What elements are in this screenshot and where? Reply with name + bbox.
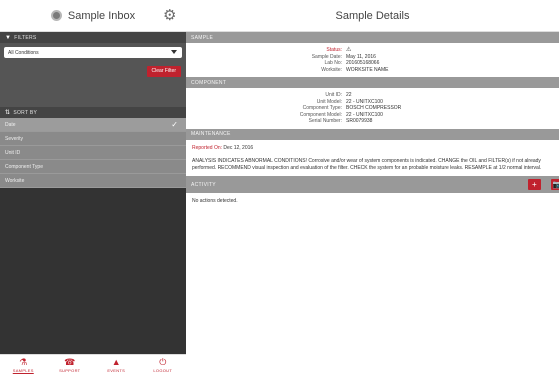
filter-icon: ▼ [5, 34, 12, 41]
condition-filter-select[interactable]: All Conditions [4, 47, 182, 58]
maintenance-text: ANALYSIS INDICATES ABNORMAL CONDITIONS! … [192, 158, 542, 171]
details-title: Sample Details [335, 9, 410, 22]
activity-section-header: ACTIVITY + 📷 [186, 176, 559, 193]
phone-icon: ☎ [64, 357, 76, 367]
power-icon: ⏻ [159, 357, 167, 367]
maintenance-content: Reported On: Dec 12, 2016 ANALYSIS INDIC… [186, 140, 559, 177]
sort-icon: ⇅ [5, 110, 11, 116]
sample-section-header: SAMPLE [186, 32, 559, 43]
maintenance-section-header: MAINTENANCE [186, 128, 559, 140]
add-activity-button[interactable]: + [528, 179, 541, 190]
field-worksite: Worksite: WORKSITE NAME [321, 66, 389, 73]
sort-header: ⇅ SORT BY [0, 107, 186, 118]
filters-header: ▼ FILTERS [0, 32, 186, 43]
inbox-header: Sample Inbox ⚙ [0, 0, 186, 32]
gear-icon[interactable]: ⚙ [163, 8, 178, 23]
details-header: Sample Details [186, 0, 559, 32]
sort-item-severity[interactable]: Severity [0, 132, 186, 146]
sort-item-worksite[interactable]: Worksite [0, 174, 186, 188]
flask-icon: ⚗ [19, 357, 28, 367]
sample-inbox-panel: Sample Inbox ⚙ ▼ FILTERS All Conditions … [0, 0, 186, 375]
field-serial-number: Serial Number: SR0079938 [308, 118, 373, 124]
sample-details-panel: Sample Details SAMPLE Status: ⚠ Sample D… [186, 0, 559, 375]
nav-events[interactable]: ▲ EVENTS [93, 357, 139, 373]
sort-item-date[interactable]: Date ✓ [0, 118, 186, 132]
nav-logout[interactable]: ⏻ LOGOUT [140, 357, 186, 373]
clear-filter-button[interactable]: Clear Filter [146, 66, 181, 77]
component-section-header: COMPONENT [186, 77, 559, 88]
reported-on: Reported On: Dec 12, 2016 [192, 144, 254, 151]
logo-icon [50, 10, 62, 21]
nav-samples[interactable]: ⚗ SAMPLES [0, 357, 46, 373]
bell-icon: ▲ [111, 357, 121, 367]
camera-button[interactable]: 📷 [551, 179, 559, 190]
sort-item-component-type[interactable]: Component Type [0, 160, 186, 174]
component-fields: Unit ID: 22 Unit Model: 22 - UNITXC100 C… [186, 88, 559, 129]
nav-support[interactable]: ☎ SUPPORT [47, 357, 93, 373]
sort-item-unit-id[interactable]: Unit ID [0, 146, 186, 160]
inbox-title: Sample Inbox [67, 9, 136, 22]
sort-list: Date ✓ Severity Unit ID Component Type W… [0, 118, 186, 188]
chevron-down-icon [171, 50, 177, 54]
no-actions-text: No actions detected. [192, 198, 238, 204]
bottom-nav: ⚗ SAMPLES ☎ SUPPORT ▲ EVENTS ⏻ LOGOUT [0, 354, 186, 375]
filters-area: All Conditions Clear Filter [0, 43, 186, 107]
check-icon: ✓ [171, 120, 178, 129]
sample-fields: Status: ⚠ Sample Date: May 11, 2016 Lab … [186, 43, 559, 77]
